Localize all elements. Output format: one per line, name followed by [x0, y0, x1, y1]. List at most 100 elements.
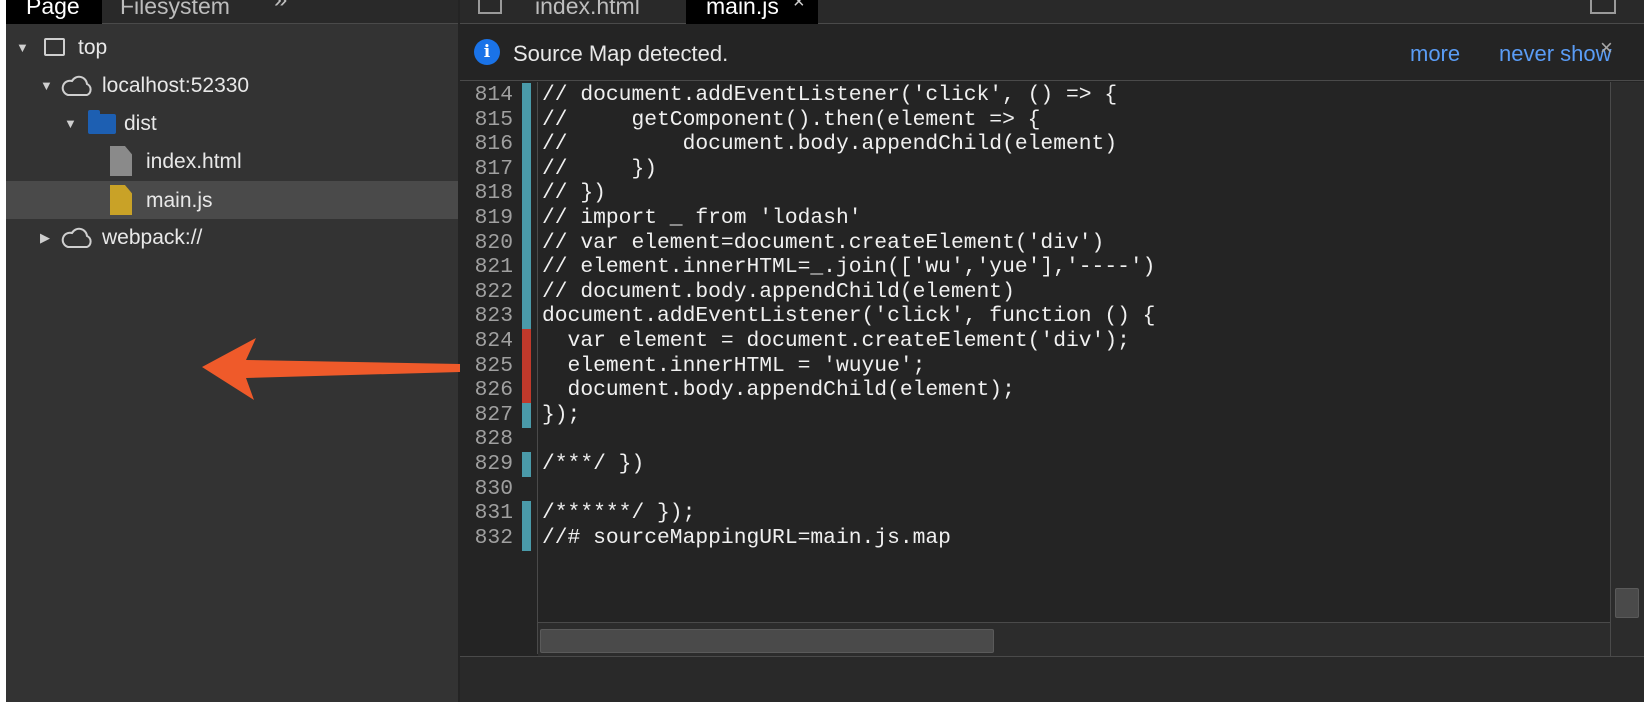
- line-number[interactable]: 828: [460, 427, 513, 452]
- tree-item-top[interactable]: ▼ top: [6, 28, 458, 66]
- expand-triangle-icon[interactable]: ▼: [16, 40, 29, 55]
- toggle-navigator-icon[interactable]: [478, 0, 502, 14]
- coverage-unused-marker: [522, 378, 531, 404]
- code-line[interactable]: 830: [460, 477, 1610, 502]
- coverage-used-marker: [522, 501, 531, 527]
- code-line[interactable]: 832 //# sourceMappingURL=main.js.map: [460, 525, 1610, 551]
- coverage-used-marker: [522, 230, 531, 256]
- line-number[interactable]: 818: [460, 181, 513, 206]
- tree-item-webpack[interactable]: ▶ webpack://: [6, 218, 458, 256]
- code-line[interactable]: 816 // document.body.appendChild(element): [460, 132, 1610, 158]
- cloud-icon: [61, 75, 92, 96]
- tree-item-dist[interactable]: ▼ dist: [6, 104, 458, 142]
- tree-item-main-js[interactable]: main.js: [6, 181, 458, 219]
- close-tab-icon[interactable]: ×: [793, 0, 805, 14]
- infobar-message: Source Map detected.: [513, 41, 729, 66]
- more-link[interactable]: more: [1410, 41, 1460, 67]
- coverage-used-marker: [522, 156, 531, 182]
- line-number[interactable]: 832: [460, 526, 513, 551]
- line-number[interactable]: 814: [460, 83, 513, 108]
- coverage-used-marker: [522, 255, 531, 281]
- code-text: // }): [542, 156, 658, 181]
- js-file-icon: [110, 185, 132, 215]
- code-text: // import _ from 'lodash': [542, 206, 862, 230]
- code-line[interactable]: 815 // getComponent().then(element => {: [460, 107, 1610, 133]
- horizontal-scroll-thumb[interactable]: [540, 629, 994, 653]
- code-text: /***/ }): [542, 452, 645, 476]
- line-number[interactable]: 824: [460, 329, 513, 354]
- code-line[interactable]: 827});: [460, 402, 1610, 428]
- coverage-used-marker: [522, 206, 531, 231]
- line-number[interactable]: 826: [460, 378, 513, 403]
- line-number[interactable]: 820: [460, 231, 513, 256]
- code-line[interactable]: 823 document.addEventListener('click', fu…: [460, 304, 1610, 330]
- code-line[interactable]: 818 // }): [460, 181, 1610, 207]
- navigator-menu-icon[interactable]: ⋮: [418, 0, 451, 4]
- code-line[interactable]: 821 // element.innerHTML=_.join(['wu','yu…: [460, 255, 1610, 281]
- tree-item-label: top: [78, 36, 108, 59]
- file-icon: [110, 146, 132, 176]
- close-icon[interactable]: ×: [1600, 35, 1613, 61]
- coverage-unused-marker: [522, 329, 531, 354]
- tab-page[interactable]: Page: [6, 0, 102, 24]
- editor-tabbar: index.html main.js ×: [460, 0, 1644, 24]
- tab-filesystem[interactable]: Filesystem: [120, 0, 230, 24]
- coverage-used-marker: [522, 83, 531, 108]
- line-number[interactable]: 831: [460, 501, 513, 526]
- code-text: // document.body.appendChild(element): [542, 132, 1118, 157]
- expand-triangle-icon[interactable]: ▼: [64, 116, 77, 131]
- code-text: /******/ });: [542, 501, 696, 526]
- vertical-scrollbar[interactable]: [1610, 82, 1644, 656]
- code-line[interactable]: 829 /***/ }): [460, 452, 1610, 477]
- code-text: // document.addEventListener('click', ()…: [542, 83, 1118, 107]
- line-number[interactable]: 815: [460, 108, 513, 133]
- line-number[interactable]: 825: [460, 354, 513, 379]
- navigator-footer: [6, 656, 458, 702]
- code-line[interactable]: 826 document.body.appendChild(element);: [460, 378, 1610, 404]
- annotation-arrow-icon: [202, 338, 460, 400]
- coverage-used-marker: [522, 402, 531, 428]
- never-show-link[interactable]: never show: [1499, 41, 1612, 67]
- code-text: //# sourceMappingURL=main.js.map: [542, 525, 951, 550]
- collapse-triangle-icon[interactable]: ▶: [40, 230, 50, 246]
- info-icon: i: [474, 39, 500, 65]
- navigator-tabbar: Page Filesystem » ⋮: [6, 0, 458, 24]
- vertical-scroll-thumb[interactable]: [1615, 588, 1639, 618]
- more-tabs-chevron-icon[interactable]: »: [274, 0, 287, 14]
- line-number[interactable]: 823: [460, 304, 513, 329]
- code-line[interactable]: 817 // }): [460, 156, 1610, 182]
- code-line[interactable]: 820 // var element=document.createElement…: [460, 230, 1610, 256]
- horizontal-scrollbar[interactable]: [538, 622, 1610, 656]
- code-line[interactable]: 828: [460, 427, 1610, 452]
- line-number[interactable]: 827: [460, 403, 513, 428]
- line-number[interactable]: 821: [460, 255, 513, 280]
- cloud-icon: [61, 227, 92, 248]
- code-line[interactable]: 819 // import _ from 'lodash': [460, 206, 1610, 231]
- code-area[interactable]: 814 // document.addEventListener('click',…: [460, 82, 1610, 654]
- line-number[interactable]: 819: [460, 206, 513, 231]
- code-line[interactable]: 831 /******/ });: [460, 501, 1610, 527]
- code-text: document.body.appendChild(element);: [542, 378, 1015, 403]
- code-text: });: [542, 402, 581, 427]
- line-number[interactable]: 822: [460, 280, 513, 305]
- line-number[interactable]: 816: [460, 132, 513, 157]
- code-line[interactable]: 824 var element = document.createElement…: [460, 329, 1610, 354]
- code-line[interactable]: 825 element.innerHTML = 'wuyue';: [460, 353, 1610, 379]
- tab-index-html[interactable]: index.html: [535, 0, 640, 24]
- toggle-debugger-icon[interactable]: [1590, 0, 1616, 14]
- tree-item-label: dist: [124, 112, 157, 135]
- code-line[interactable]: 822 // document.body.appendChild(element): [460, 279, 1610, 305]
- code-text: // getComponent().then(element => {: [542, 107, 1041, 132]
- code-line[interactable]: 814 // document.addEventListener('click',…: [460, 83, 1610, 108]
- code-text: // document.body.appendChild(element): [542, 279, 1015, 304]
- tree-item-index-html[interactable]: index.html: [6, 142, 458, 180]
- coverage-used-marker: [522, 181, 531, 207]
- line-number[interactable]: 817: [460, 157, 513, 182]
- coverage-used-marker: [522, 107, 531, 133]
- line-number[interactable]: 830: [460, 477, 513, 502]
- tree-item-localhost[interactable]: ▼ localhost:52330: [6, 66, 458, 104]
- line-number[interactable]: 829: [460, 452, 513, 477]
- frame-icon: [44, 38, 65, 56]
- coverage-used-marker: [522, 304, 531, 330]
- expand-triangle-icon[interactable]: ▼: [40, 78, 53, 93]
